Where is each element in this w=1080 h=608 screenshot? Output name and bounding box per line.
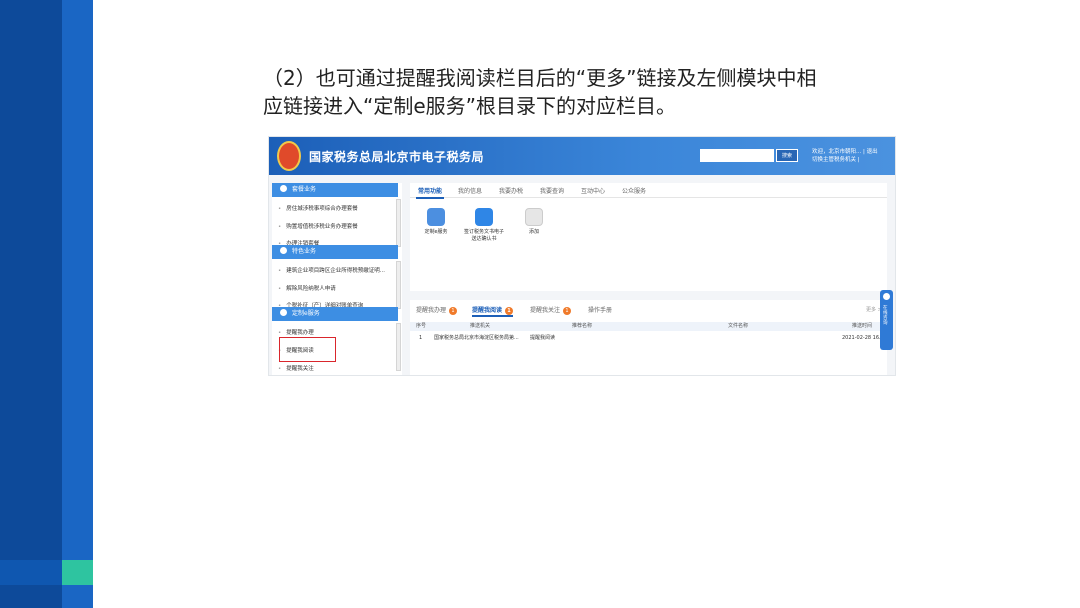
app-custom-eservice[interactable]: 定制e服务 bbox=[416, 208, 456, 236]
sidebar-item-remind-handle[interactable]: 提醒我办理 bbox=[278, 328, 314, 336]
sidebar-item[interactable]: 建筑企业项目跨区企业所得税预缴证明... bbox=[278, 266, 385, 274]
welcome-logout-link[interactable]: 欢迎，北京市朝阳... | 退出 bbox=[812, 148, 894, 156]
tab-label: 提醒我阅读 bbox=[472, 307, 503, 314]
user-icon bbox=[280, 309, 287, 316]
sidebar-scrollbar[interactable] bbox=[396, 261, 401, 309]
caption-line-1: （2）也可通过提醒我阅读栏目后的“更多”链接及左侧模块中相 bbox=[263, 66, 817, 90]
app-label: 签订税务文书电子送达确认书 bbox=[464, 229, 505, 242]
welcome-area: 欢迎，北京市朝阳... | 退出 切换主管税务机关 | bbox=[812, 148, 894, 164]
add-icon bbox=[525, 208, 543, 226]
highlight-box bbox=[279, 337, 336, 362]
slide-accent-block bbox=[62, 560, 93, 585]
sidebar-section-title: 特色业务 bbox=[292, 248, 317, 255]
site-header: 国家税务总局北京市电子税务局 搜索 欢迎，北京市朝阳... | 退出 切换主管税… bbox=[269, 137, 895, 175]
person-icon bbox=[427, 208, 445, 226]
sidebar-item[interactable]: 解除风险纳税人申请 bbox=[278, 284, 336, 292]
sidebar-section-package[interactable]: 套餐业务 bbox=[272, 183, 398, 197]
star-icon bbox=[280, 247, 287, 254]
sidebar-section-special[interactable]: 特色业务 bbox=[272, 245, 398, 259]
tab-manual[interactable]: 操作手册 bbox=[588, 305, 612, 314]
slide-left-band bbox=[0, 560, 62, 585]
slide-caption: （2）也可通过提醒我阅读栏目后的“更多”链接及左侧模块中相 应链接进入“定制e服… bbox=[263, 64, 923, 120]
tab-query[interactable]: 我要查询 bbox=[540, 186, 564, 195]
switch-tax-office-link[interactable]: 切换主管税务机关 | bbox=[812, 156, 894, 164]
tab-file-tax[interactable]: 我要办税 bbox=[499, 186, 523, 195]
column-header: 序号 bbox=[416, 323, 427, 329]
search-input[interactable] bbox=[700, 149, 774, 162]
table-row[interactable]: 1 国家税务总局北京市海淀区税务局第... 提醒我阅读 2021-02-28 1… bbox=[410, 333, 887, 343]
count-badge: 1 bbox=[449, 307, 458, 315]
consultant-avatar-icon bbox=[883, 293, 890, 300]
column-header: 推送机关 bbox=[470, 323, 491, 329]
column-header: 文件名称 bbox=[728, 323, 749, 329]
count-badge: 1 bbox=[563, 307, 572, 315]
package-icon bbox=[280, 185, 287, 192]
search-button[interactable]: 搜索 bbox=[776, 149, 798, 162]
embedded-screenshot: 国家税务总局北京市电子税务局 搜索 欢迎，北京市朝阳... | 退出 切换主管税… bbox=[268, 136, 896, 376]
consult-label: 在线咨询 bbox=[883, 306, 888, 326]
check-icon bbox=[475, 208, 493, 226]
column-header: 推荐名称 bbox=[572, 323, 593, 329]
sidebar-section-custom-eservice[interactable]: 定制e服务 bbox=[272, 307, 398, 321]
sidebar-scrollbar[interactable] bbox=[396, 323, 401, 371]
cell-time: 2021-02-28 16... bbox=[842, 335, 884, 341]
tax-emblem-icon bbox=[277, 141, 301, 171]
site-title: 国家税务总局北京市电子税务局 bbox=[309, 150, 485, 164]
table-header: 序号 推送机关 推荐名称 文件名称 推送时间 bbox=[410, 322, 887, 331]
slide-left-bar bbox=[0, 0, 62, 608]
cell-index: 1 bbox=[419, 335, 423, 341]
caption-line-2: 应链接进入“定制e服务”根目录下的对应栏目。 bbox=[263, 94, 677, 118]
app-e-delivery-agreement[interactable]: 签订税务文书电子送达确认书 bbox=[464, 208, 504, 243]
sidebar-item-remind-follow[interactable]: 提醒我关注 bbox=[278, 364, 314, 372]
app-add[interactable]: 添加 bbox=[514, 208, 554, 236]
column-header: 推送时间 bbox=[852, 323, 873, 329]
tab-remind-read[interactable]: 提醒我阅读 1 bbox=[472, 305, 514, 317]
sidebar-item[interactable]: 房住城涉税事项综合办理套餐 bbox=[278, 204, 358, 212]
sidebar-scrollbar[interactable] bbox=[396, 199, 401, 247]
sidebar-item[interactable]: 购置增值税涉税业务办理套餐 bbox=[278, 222, 358, 230]
sidebar-section-title: 套餐业务 bbox=[292, 186, 317, 193]
slide-left-bar-light bbox=[62, 0, 93, 608]
cell-office: 国家税务总局北京市海淀区税务局第... bbox=[434, 335, 519, 341]
tab-interaction[interactable]: 互动中心 bbox=[581, 186, 605, 195]
main-panel: 常用功能 我的信息 我要办税 我要查询 互动中心 公众服务 定制e服务 签订税务… bbox=[410, 183, 887, 291]
reminder-panel: 提醒我办理 1 提醒我阅读 1 提醒我关注 1 操作手册 更多 > 序号 推送机关 推… bbox=[410, 300, 887, 375]
count-badge: 1 bbox=[505, 307, 514, 315]
tab-label: 提醒我关注 bbox=[530, 307, 561, 314]
app-label: 定制e服务 bbox=[424, 229, 448, 235]
tab-common-functions[interactable]: 常用功能 bbox=[415, 186, 445, 199]
main-tabs: 常用功能 我的信息 我要办税 我要查询 互动中心 公众服务 bbox=[410, 183, 887, 199]
cell-name[interactable]: 提醒我阅读 bbox=[530, 333, 555, 343]
tab-public-service[interactable]: 公众服务 bbox=[622, 186, 646, 195]
app-label: 添加 bbox=[528, 229, 539, 235]
online-consult-widget[interactable]: 在线咨询 bbox=[880, 290, 893, 350]
tab-label: 提醒我办理 bbox=[416, 307, 447, 314]
tab-my-info[interactable]: 我的信息 bbox=[458, 186, 482, 195]
tab-remind-handle[interactable]: 提醒我办理 1 bbox=[416, 305, 458, 315]
sidebar-section-title: 定制e服务 bbox=[292, 310, 320, 317]
tab-remind-follow[interactable]: 提醒我关注 1 bbox=[530, 305, 572, 315]
